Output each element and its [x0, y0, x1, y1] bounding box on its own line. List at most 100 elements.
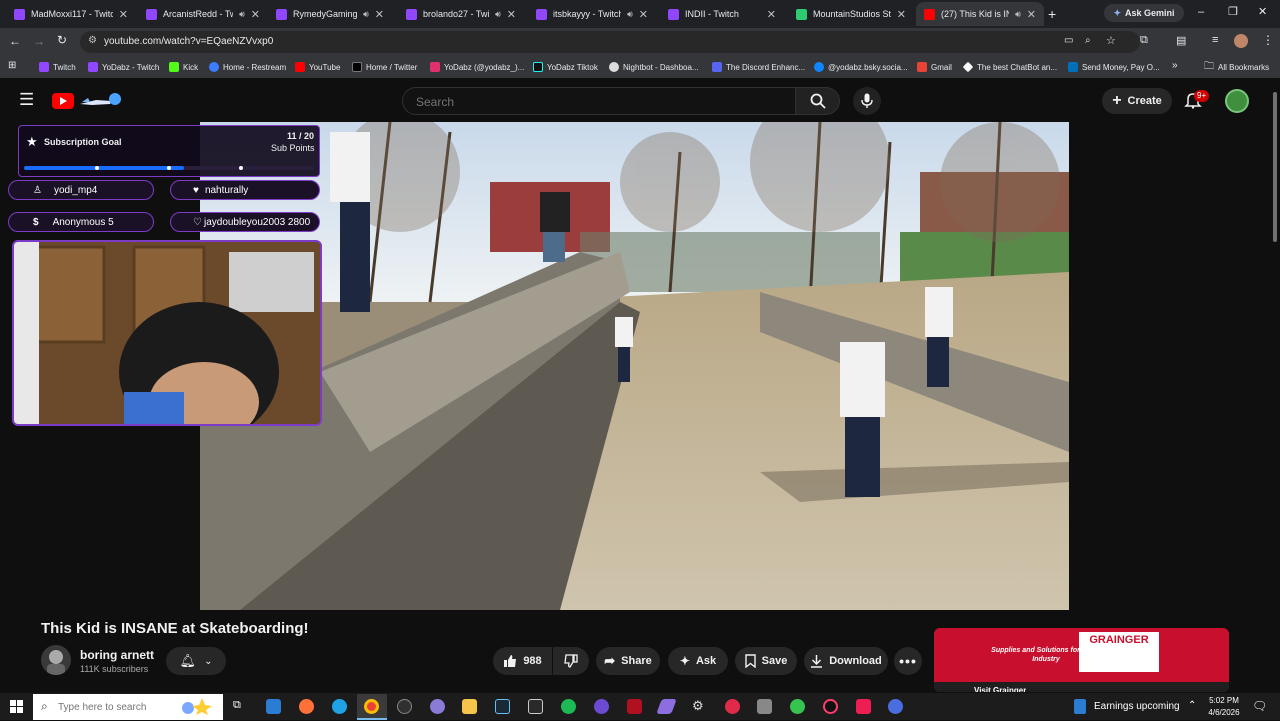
- hamburger-menu-icon[interactable]: ☰: [19, 91, 34, 108]
- back-arrow-icon[interactable]: ←: [9, 34, 21, 48]
- news-widget-icon[interactable]: [1074, 699, 1086, 714]
- download-button[interactable]: Download: [804, 647, 888, 675]
- widget-headline[interactable]: Earnings upcoming: [1094, 701, 1180, 712]
- subscribed-button[interactable]: 🔔︎ ⌄: [166, 647, 226, 675]
- maximize-button[interactable]: ❐: [1228, 5, 1238, 18]
- taskbar-search-input[interactable]: [56, 697, 180, 717]
- discord-icon[interactable]: [594, 699, 609, 714]
- bookmark-twitter[interactable]: Home / Twitter: [352, 59, 417, 75]
- close-icon[interactable]: ✕: [639, 8, 648, 21]
- speaker-icon[interactable]: 🔊︎: [239, 9, 245, 20]
- video-player[interactable]: [200, 122, 1069, 610]
- new-tab-button[interactable]: +: [1048, 6, 1056, 22]
- clock-time[interactable]: 5:02 PM: [1209, 696, 1239, 705]
- close-icon[interactable]: ✕: [251, 8, 260, 21]
- forward-arrow-icon[interactable]: →: [33, 34, 45, 48]
- bookmark-star-icon[interactable]: ☆: [1106, 34, 1116, 47]
- apps-grid-icon[interactable]: ⊞: [8, 60, 16, 71]
- copilot-icon[interactable]: [266, 699, 281, 714]
- account-avatar[interactable]: [1225, 89, 1249, 113]
- ask-gemini-button[interactable]: ✦ Ask Gemini: [1104, 4, 1184, 22]
- tab-mountainstudios[interactable]: MountainStudios Stream ✕: [788, 2, 914, 26]
- obs-icon[interactable]: [397, 699, 412, 714]
- sidepanel-icon[interactable]: ▤: [1176, 34, 1186, 47]
- menu-lines-icon[interactable]: ≡: [1212, 34, 1218, 46]
- record-app-icon[interactable]: [725, 699, 740, 714]
- reload-icon[interactable]: ↻: [57, 33, 67, 47]
- bookmark-bluesky[interactable]: @yodabz.bsky.socia...: [814, 59, 908, 75]
- speaker-icon[interactable]: 🔊︎: [1015, 9, 1021, 20]
- red-app-icon[interactable]: [627, 699, 642, 714]
- bookmark-yodabz-twitch[interactable]: YoDabz - Twitch: [88, 59, 159, 75]
- close-icon[interactable]: ✕: [1027, 8, 1036, 21]
- all-bookmarks-folder[interactable]: 🗀︎ All Bookmarks: [1204, 59, 1269, 75]
- bookmark-discord-enhancer[interactable]: The Discord Enhanc...: [712, 59, 805, 75]
- close-icon[interactable]: ✕: [375, 8, 384, 21]
- site-info-icon[interactable]: ⚙: [88, 35, 97, 46]
- bookmark-youtube[interactable]: YouTube: [295, 59, 340, 75]
- tab-youtube-active[interactable]: (27) This Kid is INSANE 🔊︎ ✕: [916, 2, 1044, 26]
- windows-start-button[interactable]: [10, 700, 23, 718]
- spotify-icon[interactable]: [561, 699, 576, 714]
- green-app-icon[interactable]: [790, 699, 805, 714]
- tab-madmoxxi[interactable]: MadMoxxi117 - Twitch ✕: [6, 2, 136, 26]
- tab-rymedygaming[interactable]: RymedyGaming - Twitch 🔊︎ ✕: [268, 2, 392, 26]
- close-icon[interactable]: ✕: [897, 8, 906, 21]
- dislike-button[interactable]: [553, 647, 589, 675]
- app-orb-icon[interactable]: [430, 699, 445, 714]
- zoom-icon[interactable]: ⌕: [1085, 35, 1091, 46]
- share-button[interactable]: ➦ Share: [596, 647, 660, 675]
- notification-center-icon[interactable]: 🗨︎: [1252, 699, 1267, 713]
- channel-avatar[interactable]: [41, 645, 71, 675]
- close-icon[interactable]: ✕: [507, 8, 516, 21]
- ask-button[interactable]: ✦ Ask: [668, 647, 728, 675]
- more-bookmarks-chevron-icon[interactable]: »: [1172, 60, 1178, 71]
- bookmark-gmail[interactable]: Gmail: [917, 59, 952, 75]
- bookmark-chatbot[interactable]: The best ChatBot an...: [962, 59, 1057, 75]
- bookmark-kick[interactable]: Kick: [169, 59, 198, 75]
- steam-icon[interactable]: [495, 699, 510, 714]
- close-icon[interactable]: ✕: [119, 8, 128, 21]
- firefox-icon[interactable]: [299, 699, 314, 714]
- voice-search-button[interactable]: [853, 87, 881, 115]
- bookmark-paypal[interactable]: Send Money, Pay O...: [1068, 59, 1160, 75]
- ring-app-icon[interactable]: [823, 699, 838, 714]
- search-button[interactable]: [796, 87, 840, 115]
- tab-itsbkayyy[interactable]: itsbkayyy - Twitch 🔊︎ ✕: [528, 2, 656, 26]
- bookmark-restream[interactable]: Home - Restream: [209, 59, 286, 75]
- create-button[interactable]: + Create: [1102, 88, 1172, 114]
- save-button[interactable]: Save: [735, 647, 797, 675]
- like-button[interactable]: 988: [493, 647, 552, 675]
- extensions-icon[interactable]: ⧉: [1140, 34, 1148, 47]
- youtube-logo[interactable]: [52, 92, 124, 110]
- cast-icon[interactable]: ▭: [1064, 35, 1073, 46]
- tiktok-app-icon[interactable]: [856, 699, 871, 714]
- epic-games-icon[interactable]: [528, 699, 543, 714]
- device-app-icon[interactable]: [757, 699, 772, 714]
- speaker-icon[interactable]: 🔊︎: [495, 9, 501, 20]
- profile-avatar[interactable]: [1234, 34, 1248, 48]
- chrome-icon[interactable]: [364, 699, 379, 714]
- bookmark-nightbot[interactable]: Nightbot - Dashboa...: [609, 59, 699, 75]
- url-text[interactable]: youtube.com/watch?v=EQaeNZVvxp0: [104, 36, 273, 47]
- tray-overflow-chevron-icon[interactable]: ⌃: [1188, 700, 1196, 711]
- ad-visit-link[interactable]: Visit Grainger: [974, 684, 1026, 692]
- close-icon[interactable]: ✕: [767, 8, 776, 21]
- grainger-ad[interactable]: Supplies and Solutions for Every Industr…: [934, 628, 1229, 692]
- tab-indii[interactable]: INDII - Twitch ✕: [660, 2, 784, 26]
- speaker-icon[interactable]: 🔊︎: [627, 9, 633, 20]
- tab-arcanistredd[interactable]: ArcanistRedd - Twitch 🔊︎ ✕: [138, 2, 268, 26]
- bookmark-instagram[interactable]: YoDabz (@yodabz_)...: [430, 59, 524, 75]
- window-close-button[interactable]: ✕: [1258, 5, 1267, 18]
- channel-name[interactable]: boring arnett: [80, 648, 154, 662]
- task-view-icon[interactable]: ⧉: [233, 699, 241, 712]
- search-input[interactable]: [414, 91, 788, 113]
- bookmark-tiktok[interactable]: YoDabz Tiktok: [533, 59, 598, 75]
- blue-app-icon[interactable]: [888, 699, 903, 714]
- settings-gear-icon[interactable]: ⚙: [692, 698, 704, 714]
- bookmark-twitch[interactable]: Twitch: [39, 59, 76, 75]
- speaker-icon[interactable]: 🔊︎: [363, 9, 369, 20]
- more-actions-button[interactable]: •••: [894, 647, 922, 675]
- file-explorer-icon[interactable]: [462, 699, 477, 714]
- tab-brolando27[interactable]: brolando27 - Twitch 🔊︎ ✕: [398, 2, 524, 26]
